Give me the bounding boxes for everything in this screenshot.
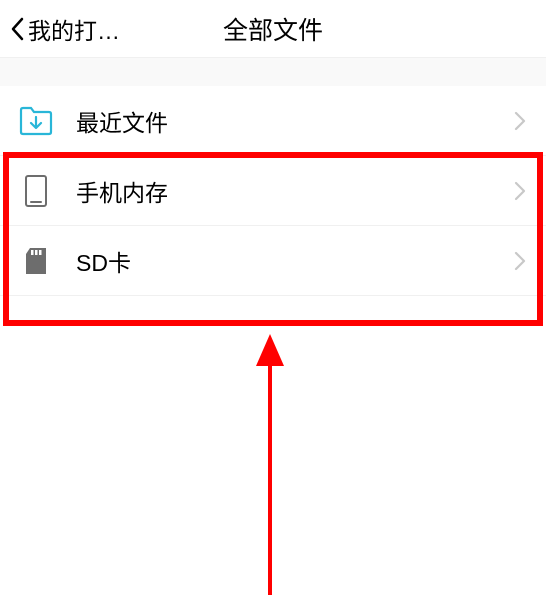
list-item-label: 最近文件 [76, 104, 514, 138]
chevron-left-icon [8, 15, 26, 43]
header: 我的打… 全部文件 [0, 0, 546, 58]
chevron-right-icon [514, 249, 528, 273]
phone-icon [18, 173, 54, 209]
chevron-right-icon [514, 109, 528, 133]
list-item-recent[interactable]: 最近文件 [0, 86, 546, 156]
list-item-label: 手机内存 [76, 174, 514, 208]
chevron-right-icon [514, 179, 528, 203]
list-item-sd-card[interactable]: SD卡 [0, 226, 546, 296]
storage-list: 最近文件 手机内存 SD卡 [0, 86, 546, 296]
download-folder-icon [18, 103, 54, 139]
section-gap [0, 58, 546, 86]
annotation-arrow-up-icon [250, 330, 290, 600]
list-item-label: SD卡 [76, 244, 514, 278]
page-title: 全部文件 [223, 11, 323, 47]
list-item-phone-storage[interactable]: 手机内存 [0, 156, 546, 226]
back-button[interactable]: 我的打… [0, 12, 120, 46]
sd-card-icon [18, 243, 54, 279]
back-label: 我的打… [28, 12, 120, 46]
